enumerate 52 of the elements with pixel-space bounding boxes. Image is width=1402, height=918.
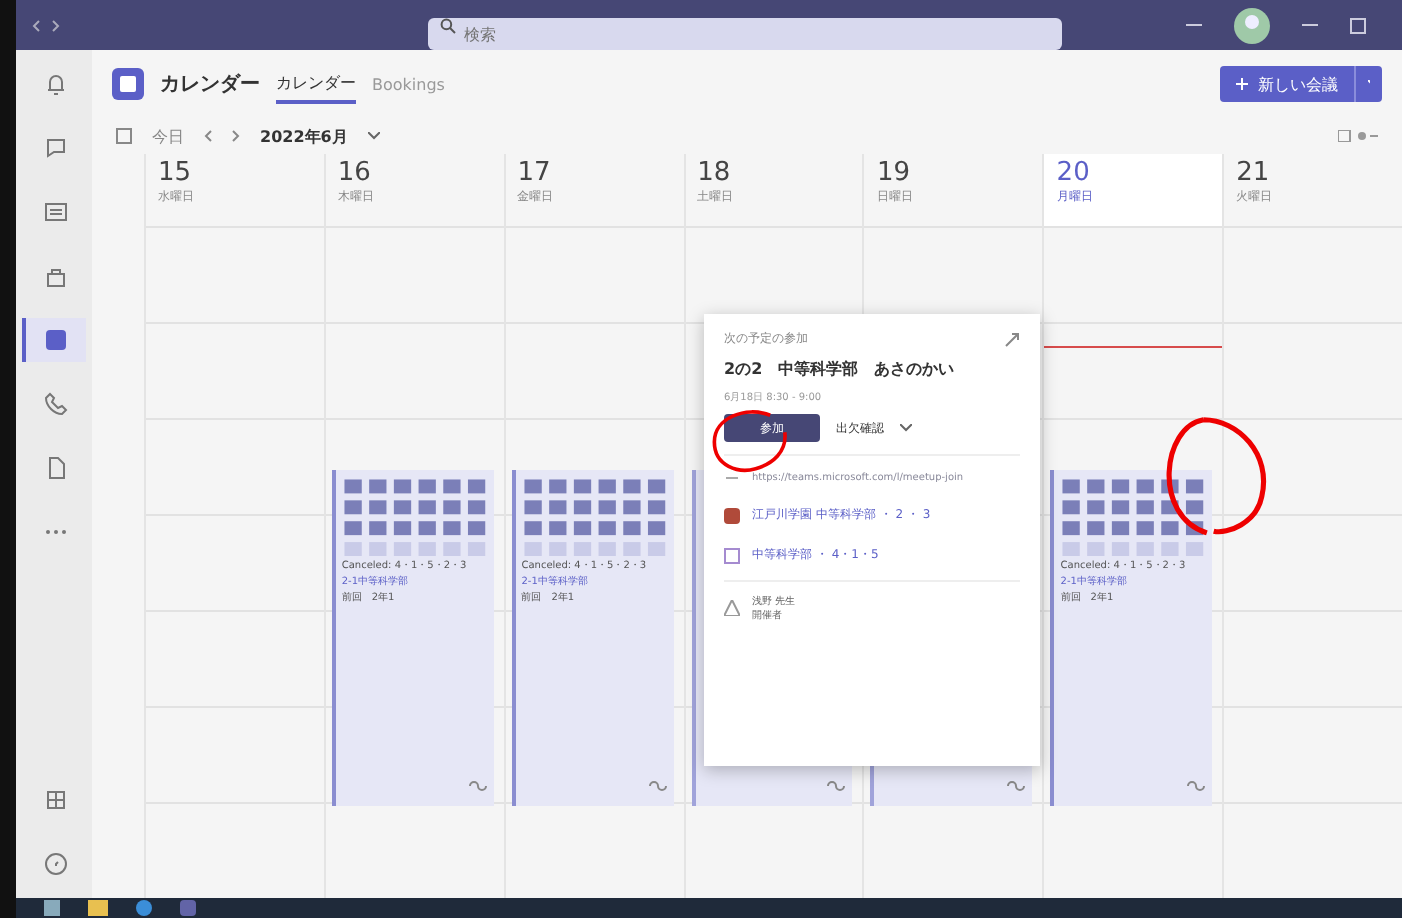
plus-icon [1236, 78, 1248, 90]
apps-icon [44, 788, 68, 812]
day-number: 18 [697, 158, 733, 188]
today-button[interactable]: 今日 [152, 125, 184, 147]
search-field[interactable]: 検索 [428, 18, 1062, 50]
rail-item[interactable] [22, 318, 86, 362]
calendar-icon [112, 68, 144, 100]
people-icon [44, 200, 68, 224]
maximize-icon[interactable] [1350, 17, 1366, 33]
day-number: 19 [876, 158, 912, 188]
calendar-icon [724, 547, 740, 563]
repeat-icon [1006, 780, 1027, 792]
expand-icon[interactable] [1004, 331, 1020, 347]
person-icon [724, 600, 740, 616]
teams-icon[interactable] [180, 900, 196, 916]
repeat-icon [647, 780, 668, 792]
new-meeting-button[interactable]: 新しい会議 [1220, 66, 1354, 102]
tab[interactable]: カレンダー [276, 65, 356, 103]
next-icon[interactable] [232, 130, 240, 142]
day-number: 20 [1056, 158, 1092, 188]
view-icon[interactable] [1338, 130, 1378, 142]
file-icon [44, 456, 68, 480]
repeat-icon [1186, 780, 1207, 792]
bell-icon [44, 72, 68, 96]
bag-icon [44, 264, 68, 288]
chat-icon [44, 136, 68, 160]
back-icon[interactable] [32, 19, 40, 31]
repeat-icon [826, 780, 847, 792]
event-title: 2の2 中等科学部 あさのかい [724, 358, 957, 380]
link-icon [724, 472, 740, 484]
caret-icon[interactable] [900, 424, 912, 432]
phone-icon [44, 392, 68, 416]
start-icon[interactable] [44, 900, 60, 916]
minimize-icon[interactable] [1302, 23, 1318, 27]
repeat-icon [467, 780, 488, 792]
day-number: 16 [337, 158, 373, 188]
day-number: 15 [158, 158, 194, 188]
search-icon [440, 17, 456, 33]
avatar[interactable] [1234, 7, 1270, 43]
day-number: 17 [517, 158, 553, 188]
help-icon [44, 852, 68, 876]
minimize-icon[interactable] [1186, 23, 1202, 27]
previous-icon[interactable] [204, 130, 212, 142]
app-title: カレンダー [160, 71, 260, 98]
caret-icon[interactable] [367, 132, 380, 140]
browser-icon[interactable] [136, 900, 152, 916]
month-picker[interactable]: 2022年6月 [260, 125, 348, 147]
forward-icon[interactable] [52, 19, 60, 31]
day-number: 21 [1236, 158, 1272, 188]
calendar-icon [44, 328, 68, 352]
calendar-icon [116, 128, 132, 144]
team-icon [724, 507, 740, 523]
